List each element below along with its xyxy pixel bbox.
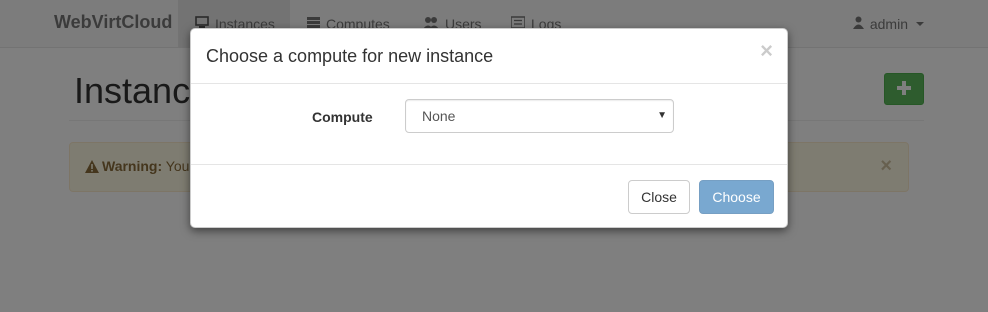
compute-select[interactable]: None ▼ (405, 99, 674, 133)
modal-footer: Close Choose (191, 164, 787, 228)
choose-button[interactable]: Choose (699, 180, 774, 214)
modal-title: Choose a compute for new instance (206, 46, 494, 66)
compute-label: Compute (312, 109, 373, 125)
close-button[interactable]: Close (628, 180, 690, 214)
choose-compute-dialog: Choose a compute for new instance × Comp… (190, 28, 788, 228)
modal-header: Choose a compute for new instance × (191, 29, 787, 84)
compute-select-value: None (422, 108, 456, 124)
dropdown-arrow-icon: ▼ (657, 110, 667, 121)
modal-body: Compute None ▼ (191, 84, 787, 164)
close-icon[interactable]: × (760, 39, 773, 63)
